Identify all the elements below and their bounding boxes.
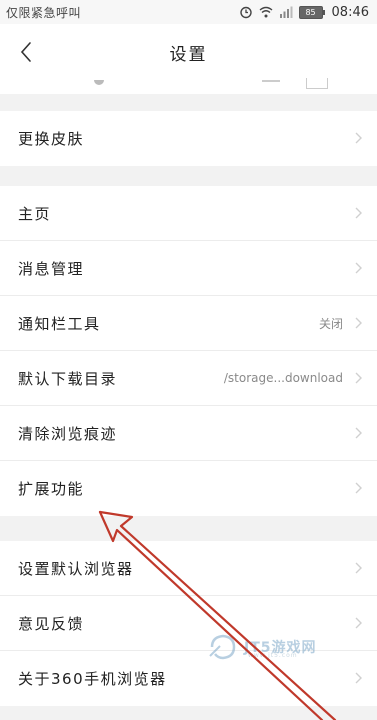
setting-label: 主页 (18, 204, 52, 223)
carrier-text: 仅限紧急呼叫 (6, 5, 82, 20)
status-time: 08:46 (331, 4, 369, 20)
chevron-right-icon (355, 262, 362, 274)
setting-row-skin[interactable]: 更换皮肤 (0, 111, 377, 166)
wifi-icon (259, 5, 273, 19)
setting-value: 关闭 (318, 316, 343, 331)
chevron-right-icon (355, 672, 362, 684)
page-title: 设置 (169, 44, 208, 65)
chevron-right-icon (355, 132, 362, 144)
setting-label: 消息管理 (18, 259, 85, 278)
status-bar: 仅限紧急呼叫 85 08:46 (0, 0, 377, 24)
chevron-right-icon (355, 207, 362, 219)
chevron-right-icon (355, 562, 362, 574)
battery-indicator: 85 (298, 5, 325, 19)
setting-row-home[interactable]: 主页 (0, 186, 377, 241)
setting-value: /storage...download (223, 371, 343, 385)
setting-row-default-browser[interactable]: 设置默认浏览器 (0, 541, 377, 596)
chevron-right-icon (355, 317, 362, 329)
setting-row-extensions[interactable]: 扩展功能 (0, 461, 377, 516)
setting-label: 设置默认浏览器 (18, 559, 134, 578)
scrolled-content-edge (0, 78, 377, 94)
watermark-subtext: www.jt5.com (248, 652, 298, 659)
setting-label: 默认下载目录 (18, 369, 118, 388)
setting-row-download-dir[interactable]: 默认下载目录 /storage...download (0, 351, 377, 406)
chevron-right-icon (355, 427, 362, 439)
signal-icon (279, 5, 293, 19)
setting-label: 意见反馈 (18, 614, 85, 633)
settings-group-about: 设置默认浏览器 意见反馈 关于360手机浏览器 (0, 541, 377, 706)
settings-group-appearance: 更换皮肤 (0, 111, 377, 166)
watermark: JT5游戏网 www.jt5.com (208, 630, 338, 664)
status-icons: 85 08:46 (239, 0, 369, 24)
setting-label: 扩展功能 (18, 480, 85, 498)
chevron-right-icon (355, 482, 362, 494)
setting-label: 更换皮肤 (18, 130, 85, 148)
watermark-logo-icon (209, 634, 236, 660)
chevron-right-icon (355, 617, 362, 629)
nav-bar: 设置 (0, 24, 377, 80)
chevron-right-icon (355, 372, 362, 384)
setting-row-messages[interactable]: 消息管理 (0, 241, 377, 296)
setting-label: 关于360手机浏览器 (18, 670, 167, 688)
setting-row-notification-tools[interactable]: 通知栏工具 关闭 (0, 296, 377, 351)
alarm-icon (239, 5, 253, 19)
setting-label: 清除浏览痕迹 (18, 424, 118, 443)
setting-label: 通知栏工具 (18, 314, 101, 333)
setting-row-clear-history[interactable]: 清除浏览痕迹 (0, 406, 377, 461)
settings-group-general: 主页 消息管理 通知栏工具 关闭 默认下载目录 /storage...downl… (0, 186, 377, 516)
